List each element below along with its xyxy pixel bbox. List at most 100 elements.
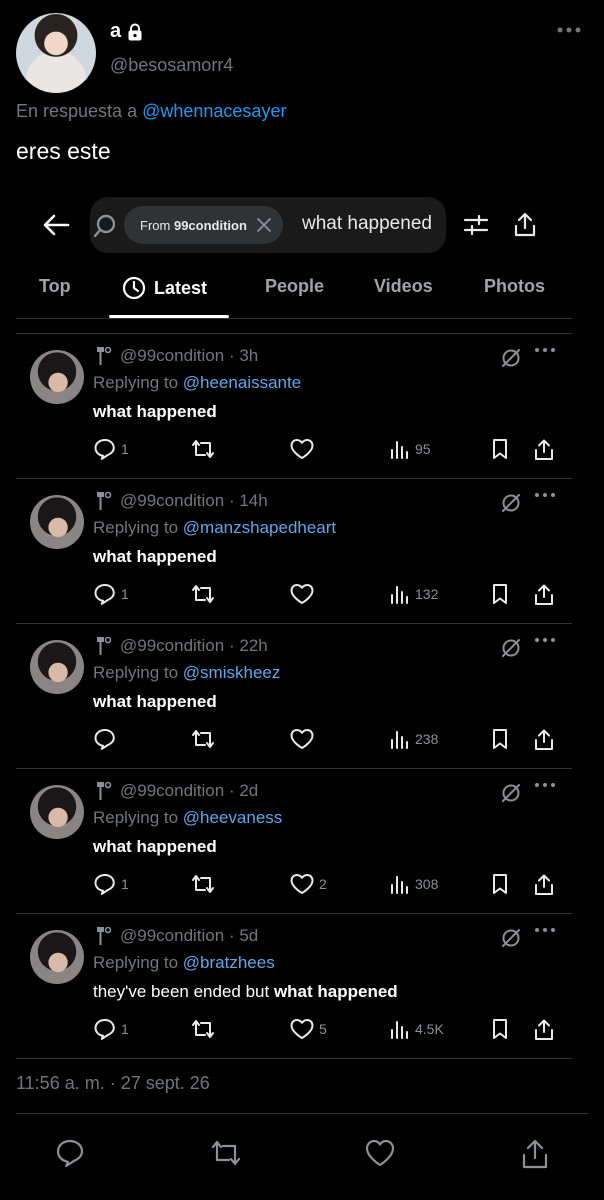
search-result-row[interactable]: @99condition · 3h Replying to @heenaissan…	[16, 334, 572, 479]
search-result-row[interactable]: @99condition · 2d Replying to @heevaness w…	[16, 769, 572, 914]
views-button[interactable]: 132	[389, 583, 438, 605]
share-button[interactable]	[533, 873, 555, 897]
result-actions: 238	[93, 728, 573, 754]
bookmark-icon	[490, 728, 510, 750]
reply-button[interactable]: 1	[93, 438, 129, 460]
like-icon[interactable]	[364, 1138, 396, 1168]
result-handle-time[interactable]: @99condition · 3h	[120, 346, 258, 366]
tab-videos[interactable]: Videos	[374, 276, 433, 297]
share-button[interactable]	[533, 438, 555, 462]
mute-icon[interactable]	[500, 927, 522, 949]
tweet-timestamp[interactable]: 11:56 a. m. · 27 sept. 26	[16, 1073, 210, 1094]
row-divider	[16, 1058, 572, 1059]
retweet-icon[interactable]	[209, 1138, 243, 1168]
back-arrow-icon[interactable]	[42, 213, 70, 237]
retweet-button[interactable]	[190, 438, 220, 460]
retweet-button[interactable]	[190, 1018, 220, 1040]
result-handle-time[interactable]: @99condition · 14h	[120, 491, 268, 511]
reply-button[interactable]	[93, 728, 121, 750]
tab-latest[interactable]: Latest	[122, 276, 207, 300]
search-query[interactable]: what happened	[302, 213, 432, 235]
close-icon[interactable]	[257, 218, 271, 232]
mute-icon[interactable]	[500, 637, 522, 659]
reply-icon	[93, 583, 117, 605]
retweet-button[interactable]	[190, 873, 220, 895]
more-options-icon[interactable]	[533, 346, 557, 354]
share-button[interactable]	[533, 1018, 555, 1042]
result-text: what happened	[93, 547, 217, 567]
share-button[interactable]	[533, 583, 555, 607]
result-handle-time[interactable]: @99condition · 22h	[120, 636, 268, 656]
mute-icon[interactable]	[500, 492, 522, 514]
more-options-icon[interactable]	[533, 926, 557, 934]
share-icon[interactable]	[513, 212, 537, 238]
result-text-plain: they've been ended but	[93, 982, 274, 1001]
result-handle-time[interactable]: @99condition · 2d	[120, 781, 258, 801]
share-icon	[533, 873, 555, 897]
author-name-row[interactable]: a	[110, 20, 145, 43]
mute-icon[interactable]	[500, 782, 522, 804]
more-options-icon[interactable]	[533, 781, 557, 789]
result-text: they've been ended but what happened	[93, 982, 398, 1002]
like-button[interactable]	[289, 438, 319, 460]
reply-icon[interactable]	[55, 1138, 85, 1168]
like-button[interactable]	[289, 728, 319, 750]
search-result-row[interactable]: @99condition · 22h Replying to @smiskheez…	[16, 624, 572, 769]
replying-handle-link[interactable]: @manzshapedheart	[183, 518, 336, 537]
like-button[interactable]: 2	[289, 873, 327, 895]
filter-sliders-icon[interactable]	[463, 214, 489, 236]
replying-handle-link[interactable]: @smiskheez	[183, 663, 281, 682]
tab-photos[interactable]: Photos	[484, 276, 545, 297]
result-avatar[interactable]	[30, 640, 84, 694]
views-button[interactable]: 238	[389, 728, 438, 750]
author-name[interactable]: a	[110, 20, 121, 43]
reply-button[interactable]: 1	[93, 1018, 129, 1040]
reply-icon	[93, 728, 117, 750]
more-options-icon[interactable]	[533, 636, 557, 644]
more-options-icon[interactable]	[533, 491, 557, 499]
share-button[interactable]	[533, 728, 555, 752]
search-result-row[interactable]: @99condition · 5d Replying to @bratzhees t…	[16, 914, 572, 1059]
like-button[interactable]: 5	[289, 1018, 327, 1040]
reply-context: En respuesta a @whennacesayer	[16, 101, 286, 122]
reply-button[interactable]: 1	[93, 873, 129, 895]
result-avatar[interactable]	[30, 785, 84, 839]
result-handle-time[interactable]: @99condition · 5d	[120, 926, 258, 946]
views-count: 4.5K	[415, 1021, 444, 1037]
retweet-icon	[190, 438, 216, 460]
views-button[interactable]: 4.5K	[389, 1018, 444, 1040]
bookmark-icon	[490, 1018, 510, 1040]
replying-handle-link[interactable]: @heevaness	[183, 808, 283, 827]
reply-handle-link[interactable]: @whennacesayer	[142, 101, 286, 121]
result-avatar[interactable]	[30, 350, 84, 404]
like-button[interactable]	[289, 583, 319, 605]
mute-icon[interactable]	[500, 347, 522, 369]
replying-handle-link[interactable]: @bratzhees	[183, 953, 275, 972]
views-count: 308	[415, 876, 439, 892]
author-avatar[interactable]	[16, 13, 96, 93]
more-options-icon[interactable]	[556, 26, 586, 34]
share-icon[interactable]	[521, 1138, 549, 1170]
result-text-highlight: what happened	[93, 692, 217, 711]
bookmark-button[interactable]	[490, 583, 510, 605]
result-avatar[interactable]	[30, 930, 84, 984]
tab-latest-label: Latest	[154, 277, 208, 298]
bookmark-button[interactable]	[490, 728, 510, 750]
retweet-button[interactable]	[190, 728, 220, 750]
pin-icon	[94, 636, 112, 656]
bookmark-button[interactable]	[490, 1018, 510, 1040]
views-button[interactable]: 95	[389, 438, 431, 460]
views-icon	[389, 728, 411, 750]
reply-button[interactable]: 1	[93, 583, 129, 605]
tab-top[interactable]: Top	[39, 276, 71, 297]
from-user-chip[interactable]: From 99condition	[124, 206, 283, 244]
views-button[interactable]: 308	[389, 873, 438, 895]
search-result-row[interactable]: @99condition · 14h Replying to @manzshape…	[16, 479, 572, 624]
author-handle[interactable]: @besosamorr4	[110, 55, 233, 76]
bookmark-button[interactable]	[490, 438, 510, 460]
replying-handle-link[interactable]: @heenaissante	[183, 373, 301, 392]
bookmark-button[interactable]	[490, 873, 510, 895]
retweet-button[interactable]	[190, 583, 220, 605]
tab-people[interactable]: People	[265, 276, 324, 297]
result-avatar[interactable]	[30, 495, 84, 549]
